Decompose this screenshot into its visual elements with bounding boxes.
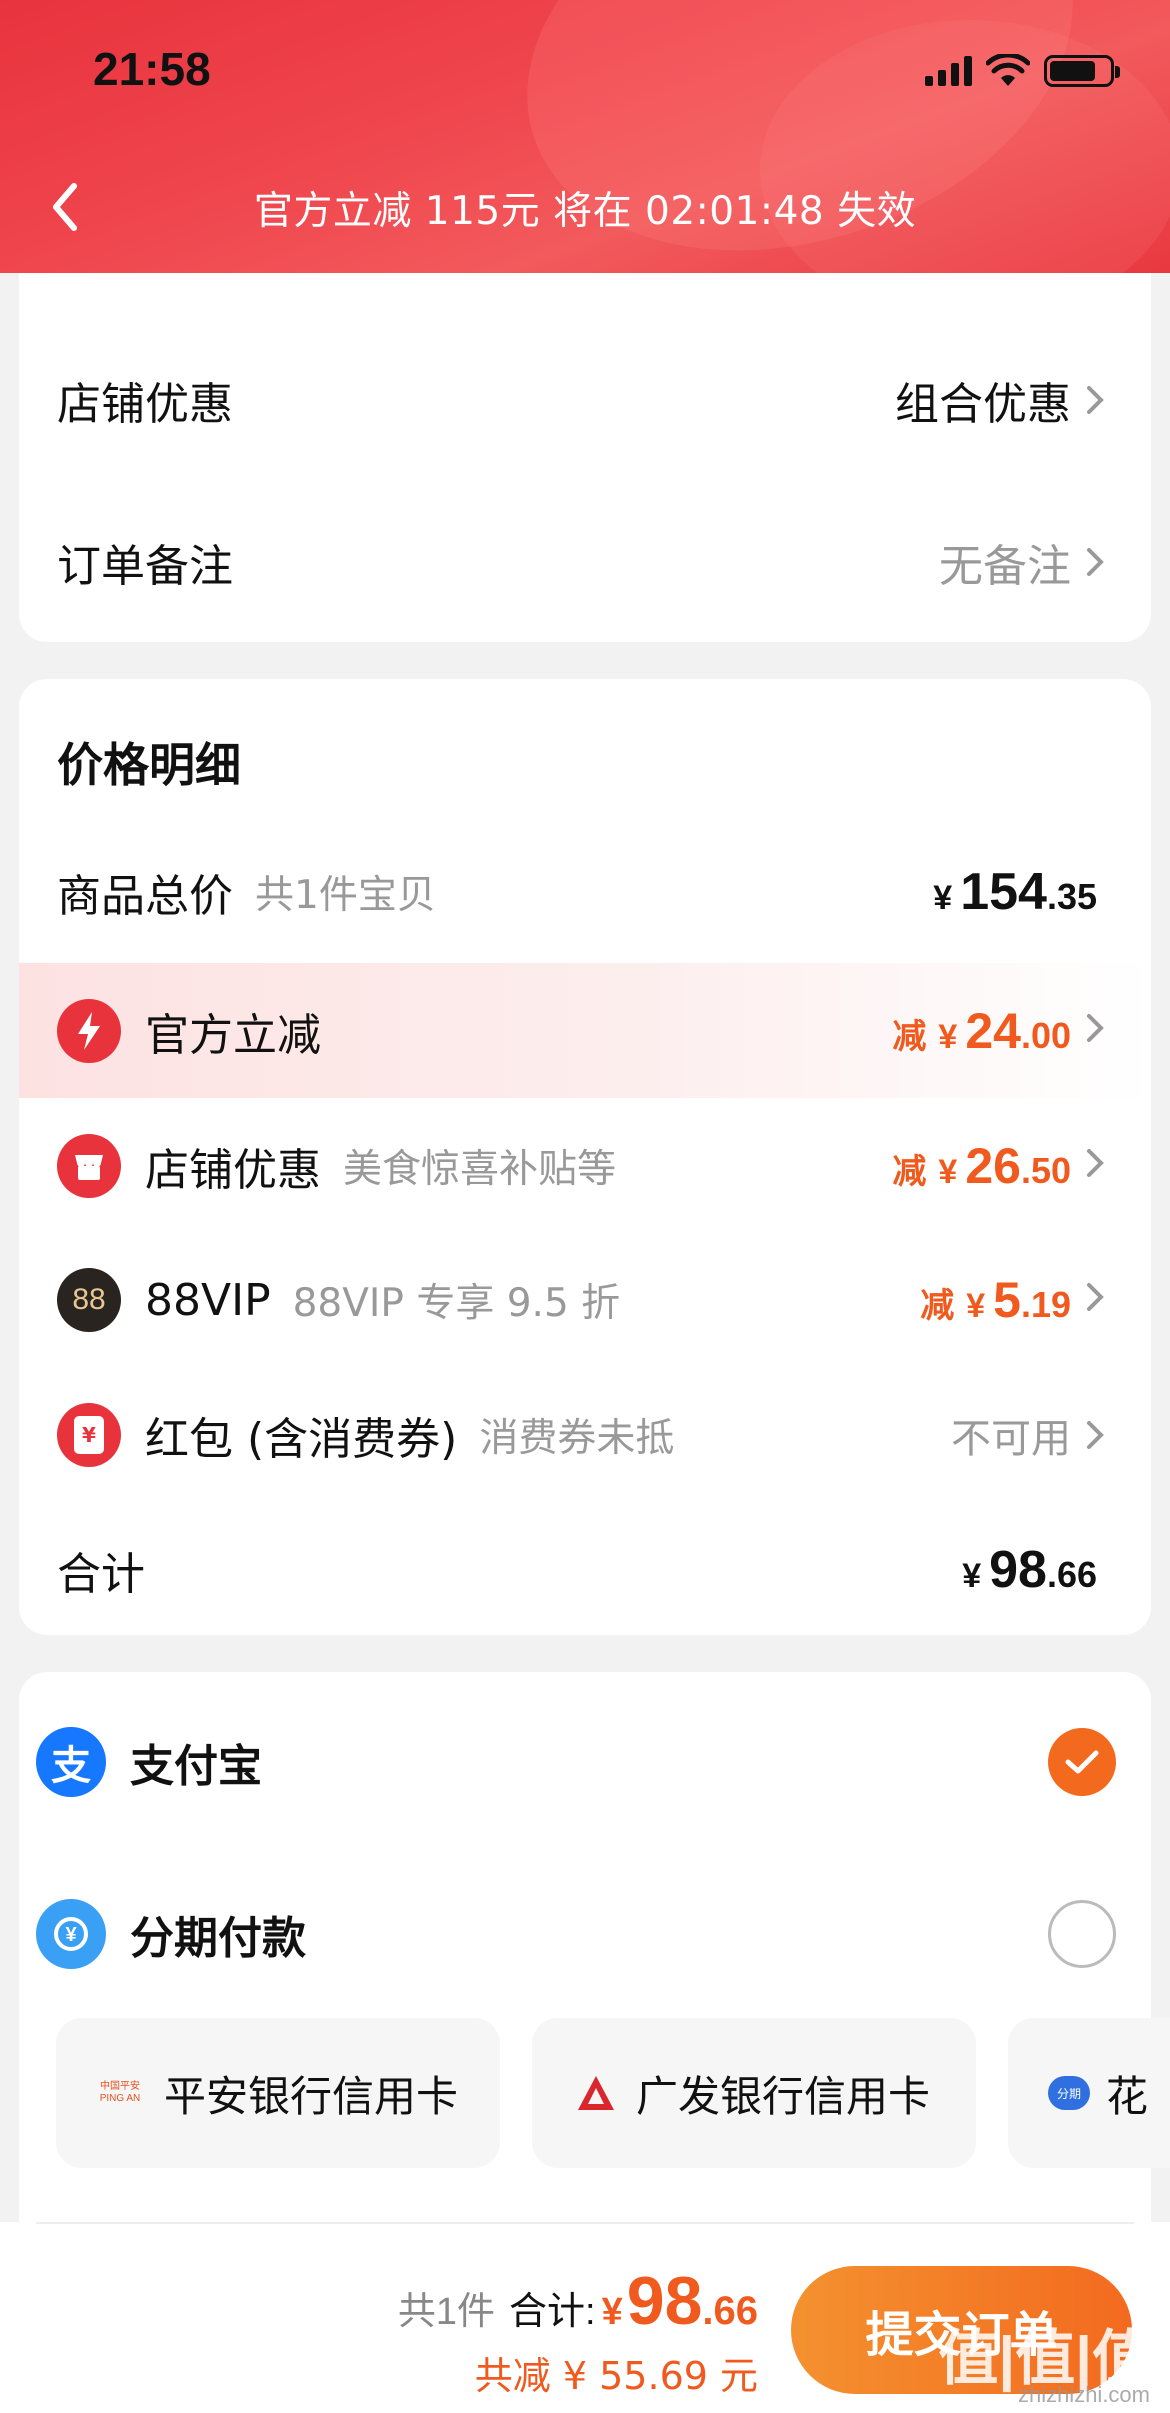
status-icons <box>925 54 1120 88</box>
discount-prefix: 减 <box>920 1286 955 1326</box>
total-dec: .66 <box>1046 1554 1097 1595</box>
wifi-icon <box>986 54 1030 86</box>
red-packet-icon: ¥ <box>57 1403 121 1467</box>
official-discount-int: 24 <box>965 1002 1021 1059</box>
vip-88-icon: 88 <box>57 1268 121 1332</box>
shop-discount-value: 组合优惠 <box>895 379 1071 430</box>
redpacket-label: 红包 (含消费券) <box>145 1414 458 1465</box>
chevron-right-icon <box>1087 1013 1104 1042</box>
vip-label: 88VIP <box>145 1274 271 1326</box>
vip-discount-dec: .19 <box>1020 1284 1071 1325</box>
alipay-option[interactable]: 支 支付宝 <box>36 1722 1116 1802</box>
status-time: 21:58 <box>93 43 211 95</box>
discount-prefix: 减 <box>892 1016 927 1057</box>
installment-label: 分期付款 <box>130 1913 306 1964</box>
order-options-card: 店铺优惠 组合优惠 订单备注 无备注 <box>19 273 1151 642</box>
footer-total-label: 合计: <box>509 2291 596 2333</box>
currency-symbol: ¥ <box>938 1017 958 1056</box>
currency-symbol: ¥ <box>966 1287 986 1325</box>
discount-countdown: 官方立减 115元 将在 02:01:48 失效 <box>253 189 917 234</box>
redpacket-sub: 消费券未抵 <box>479 1416 675 1461</box>
bank-option-guangfa[interactable]: 广发银行信用卡 <box>532 2018 976 2168</box>
currency-symbol: ¥ <box>933 879 953 917</box>
discount-prefix: 减 <box>892 1152 927 1192</box>
official-discount-row[interactable]: 官方立减 减 ¥ 24 .00 <box>19 963 1151 1098</box>
pingan-logo-icon: 中国平安 PING AN <box>99 2081 141 2104</box>
bank-option-huabei[interactable]: 分期 花 <box>1008 2018 1170 2168</box>
installment-radio[interactable] <box>1048 1900 1116 1968</box>
guangfa-logo-icon <box>578 2076 614 2110</box>
shop-discount-detail-row[interactable]: 店铺优惠 美食惊喜补贴等 减 ¥ 26 .50 <box>19 1131 1151 1201</box>
alipay-icon: 支 <box>36 1727 106 1797</box>
currency-symbol: ¥ <box>962 1557 982 1595</box>
bank-name: 花 <box>1106 2071 1149 2121</box>
footer-total-dec: .66 <box>702 2289 758 2333</box>
order-note-value: 无备注 <box>939 541 1071 592</box>
installment-icon: ¥ <box>36 1899 106 1969</box>
chevron-right-icon <box>1087 386 1104 414</box>
total-label: 合计 <box>57 1549 145 1600</box>
alipay-check-icon[interactable] <box>1048 1728 1116 1796</box>
goods-total-label: 商品总价 <box>57 871 233 922</box>
footer-count: 共1件 <box>397 2291 496 2333</box>
redpacket-value: 不可用 <box>951 1416 1071 1462</box>
footer-total-int: 98 <box>626 2263 703 2339</box>
currency-symbol: ¥ <box>938 1153 958 1191</box>
chevron-right-icon <box>1087 1283 1104 1311</box>
watermark-url: zhizhizhi.com <box>1017 2382 1150 2407</box>
bank-name: 平安银行信用卡 <box>164 2071 459 2121</box>
vip-discount-int: 5 <box>993 1272 1021 1328</box>
vip-sub: 88VIP 专享 9.5 折 <box>292 1281 621 1326</box>
shop-discount-int: 26 <box>965 1138 1021 1194</box>
shop-discount-row[interactable]: 店铺优惠 组合优惠 <box>19 365 1151 435</box>
installment-option[interactable]: ¥ 分期付款 <box>36 1894 1116 1974</box>
official-discount-label: 官方立减 <box>145 1009 321 1061</box>
chevron-right-icon <box>1087 548 1104 576</box>
lightning-icon <box>57 998 121 1063</box>
order-note-row[interactable]: 订单备注 无备注 <box>19 527 1151 597</box>
shop-discount-dec: .50 <box>1020 1150 1071 1191</box>
shop-discount-detail-label: 店铺优惠 <box>145 1145 321 1196</box>
goods-total-count: 共1件宝贝 <box>255 873 436 918</box>
footer-total: 共1件 合计: ¥ 98 .66 <box>398 2262 758 2340</box>
footer-saved: 共减 ¥ 55.69 元 <box>474 2354 758 2398</box>
signal-icon <box>925 56 972 86</box>
shop-discount-label: 店铺优惠 <box>57 379 233 430</box>
bank-name: 广发银行信用卡 <box>636 2071 931 2121</box>
goods-total-int: 154 <box>960 863 1047 921</box>
price-detail-title: 价格明细 <box>57 738 241 792</box>
header-banner: 21:58 官方立减 115元 将在 02:01:48 失效 <box>0 0 1170 273</box>
price-detail-card: 价格明细 商品总价 共1件宝贝 ¥ 154 .35 官方立减 减 ¥ 24 .0… <box>19 679 1151 1635</box>
shop-discount-detail-sub: 美食惊喜补贴等 <box>343 1147 617 1192</box>
red-packet-symbol: ¥ <box>74 1416 104 1454</box>
order-note-label: 订单备注 <box>57 541 233 592</box>
chevron-right-icon <box>1087 1421 1104 1449</box>
vip-discount-row[interactable]: 88 88VIP 88VIP 专享 9.5 折 减 ¥ 5 .19 <box>19 1265 1151 1335</box>
shop-icon <box>57 1134 121 1198</box>
bank-option-pingan[interactable]: 中国平安 PING AN 平安银行信用卡 <box>56 2018 500 2168</box>
redpacket-row[interactable]: ¥ 红包 (含消费券) 消费券未抵 不可用 <box>19 1400 1151 1470</box>
total-row: 合计 ¥ 98 .66 <box>19 1535 1151 1605</box>
currency-symbol: ¥ <box>601 2291 623 2333</box>
alipay-label: 支付宝 <box>130 1741 262 1792</box>
goods-total-dec: .35 <box>1046 876 1097 917</box>
official-discount-dec: .00 <box>1020 1014 1071 1056</box>
battery-icon <box>1044 55 1120 87</box>
svg-text:¥: ¥ <box>65 1924 77 1946</box>
goods-total-row: 商品总价 共1件宝贝 ¥ 154 .35 <box>19 857 1151 927</box>
chevron-right-icon <box>1087 1149 1104 1177</box>
huabei-logo-icon: 分期 <box>1048 2076 1090 2110</box>
total-int: 98 <box>989 1541 1047 1599</box>
